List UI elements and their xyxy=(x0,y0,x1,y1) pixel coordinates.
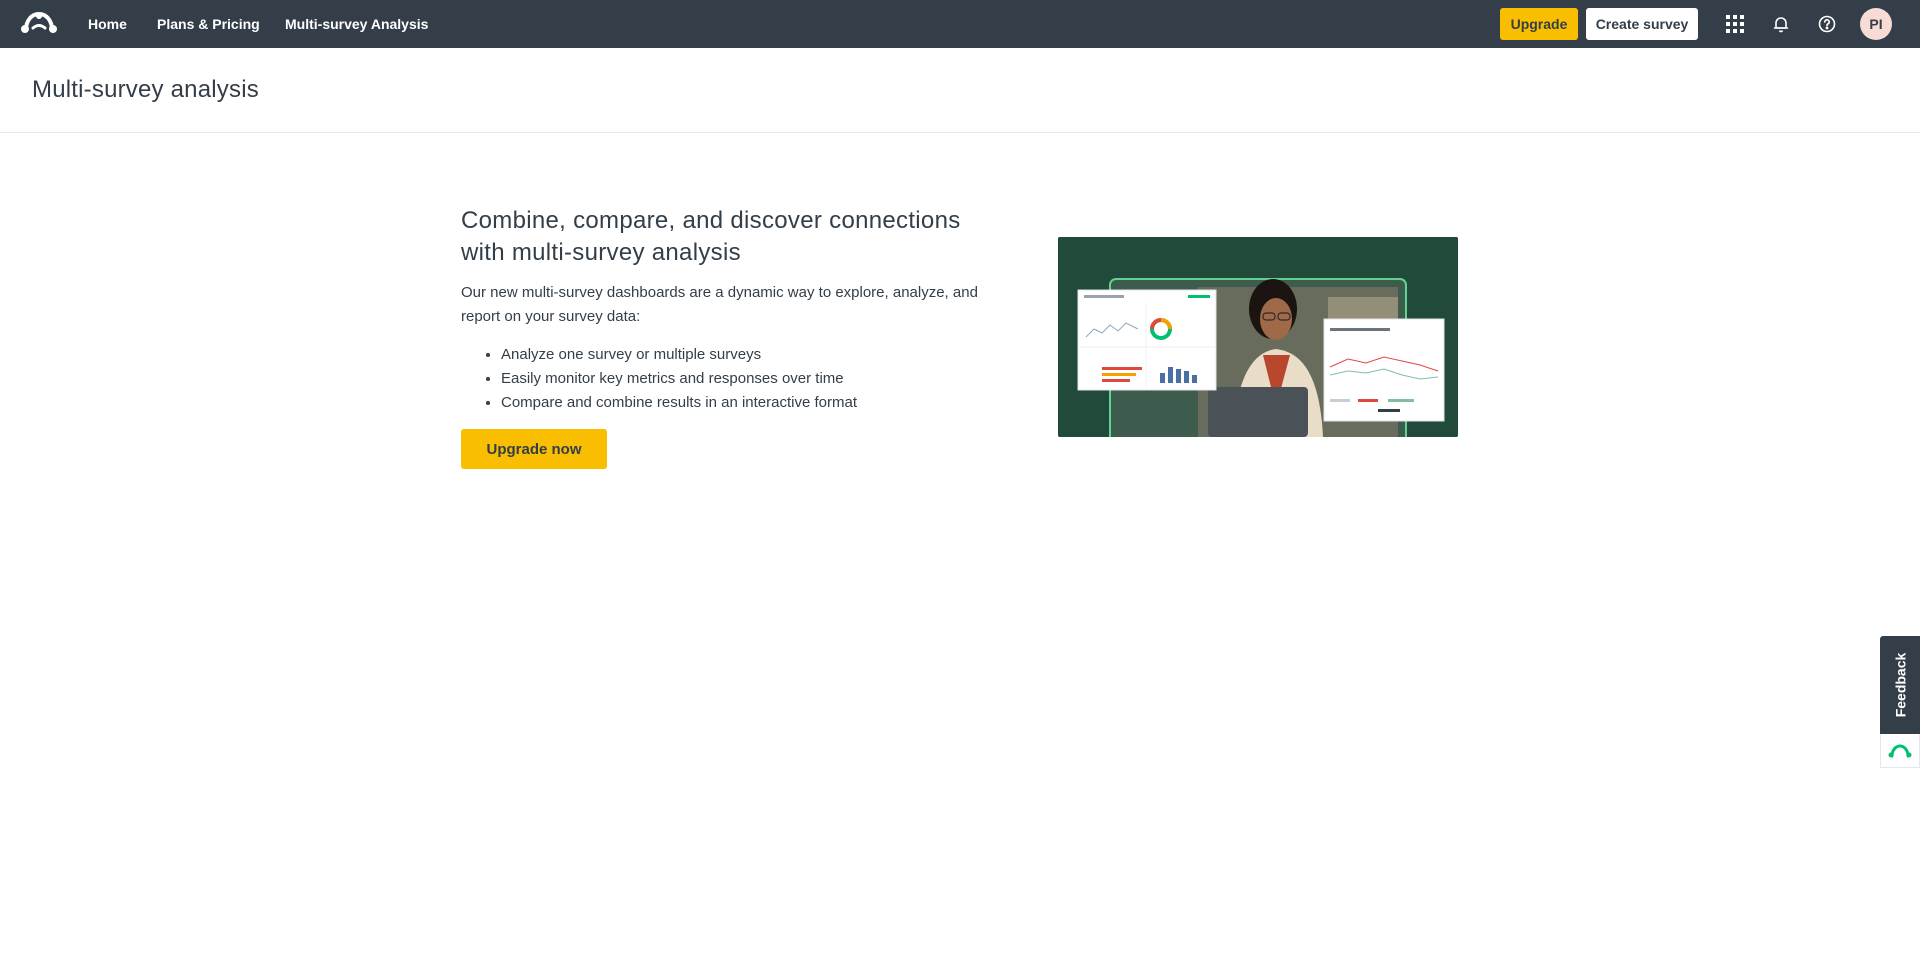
top-navigation: Home Plans & Pricing Multi-survey Analys… xyxy=(0,0,1920,48)
feedback-tab[interactable]: Feedback xyxy=(1880,636,1920,734)
feedback-label: Feedback xyxy=(1892,652,1908,718)
upgrade-now-button[interactable]: Upgrade now xyxy=(461,429,607,469)
feedback-logo-icon[interactable] xyxy=(1880,734,1920,768)
user-avatar[interactable]: PI xyxy=(1860,8,1892,40)
surveymonkey-logo-icon[interactable] xyxy=(20,8,58,38)
promo-bullet: Compare and combine results in an intera… xyxy=(501,391,1001,415)
help-icon[interactable] xyxy=(1815,12,1839,36)
bell-icon[interactable] xyxy=(1769,12,1793,36)
promo-content: Combine, compare, and discover connectio… xyxy=(461,205,1001,469)
promo-bullet: Analyze one survey or multiple surveys xyxy=(501,343,1001,367)
promo-bullet: Easily monitor key metrics and responses… xyxy=(501,367,1001,391)
page-header: Multi-survey analysis xyxy=(0,48,1920,133)
nav-plans-pricing-link[interactable]: Plans & Pricing xyxy=(157,0,260,48)
page-title: Multi-survey analysis xyxy=(32,76,259,103)
nav-multi-survey-analysis-link[interactable]: Multi-survey Analysis xyxy=(285,0,428,48)
apps-grid-icon[interactable] xyxy=(1723,12,1747,36)
promo-bullets: Analyze one survey or multiple surveys E… xyxy=(461,343,1001,415)
create-survey-button[interactable]: Create survey xyxy=(1586,8,1698,40)
promo-hero-image xyxy=(1058,237,1458,437)
promo-description: Our new multi-survey dashboards are a dy… xyxy=(461,284,978,325)
promo-headline: Combine, compare, and discover connectio… xyxy=(461,207,961,266)
upgrade-button[interactable]: Upgrade xyxy=(1500,8,1578,40)
nav-home-link[interactable]: Home xyxy=(88,0,127,48)
